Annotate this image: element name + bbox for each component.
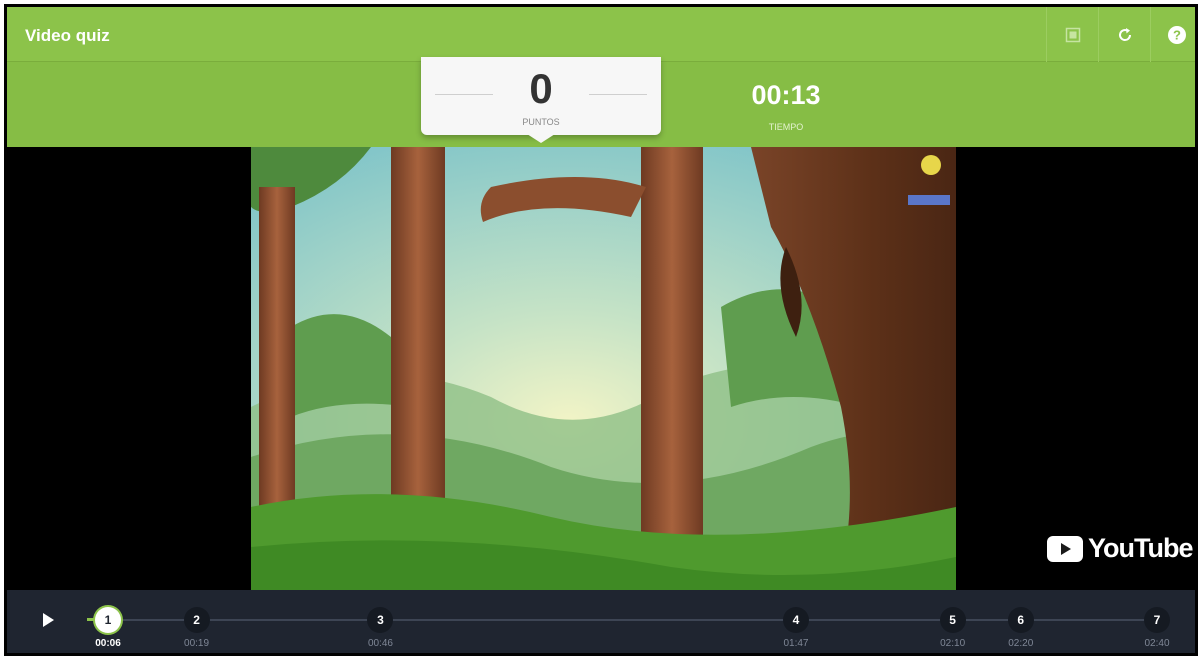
question-time-3: 00:46 [367, 638, 393, 649]
question-time-4: 01:47 [783, 638, 809, 649]
video-frame-forest-scene[interactable] [251, 147, 956, 590]
app-title: Video quiz [25, 26, 110, 45]
restart-button[interactable] [1098, 7, 1150, 62]
timer-label: TIEMPO [768, 122, 804, 132]
timer-value: 00:13 [751, 80, 821, 110]
help-button[interactable]: ? [1150, 7, 1195, 62]
question-marker-3[interactable]: 3 [367, 607, 394, 633]
question-time-7: 02:40 [1144, 638, 1170, 649]
score-label: PUNTOS [522, 117, 560, 127]
question-marker-6[interactable]: 6 [1007, 607, 1034, 633]
question-marker-1[interactable]: 1 [95, 607, 121, 633]
question-time-2: 00:19 [184, 638, 210, 649]
timeline-controls: 1 00:06 2 00:19 3 00:46 4 01:47 5 02:10 6 02:20 7 02:… [7, 590, 1195, 653]
play-button[interactable] [37, 609, 59, 631]
fullscreen-icon [1065, 27, 1080, 42]
question-marker-5[interactable]: 5 [939, 607, 966, 633]
question-time-5: 02:10 [940, 638, 966, 649]
score-value: 0 [529, 65, 553, 112]
video-player[interactable]: YouTube [7, 147, 1195, 590]
question-time-6: 02:20 [1008, 638, 1034, 649]
svg-text:?: ? [1173, 27, 1181, 42]
header-bar: Video quiz ? 0 PUNTOS 00:13 TIEMPO [7, 7, 1195, 147]
youtube-logo[interactable]: YouTube [1047, 533, 1193, 564]
score-panel: 0 PUNTOS [421, 57, 661, 143]
help-icon: ? [1167, 25, 1186, 44]
question-marker-2[interactable]: 2 [183, 607, 210, 633]
progress-track[interactable] [95, 619, 1165, 621]
youtube-wordmark: YouTube [1088, 533, 1193, 563]
fullscreen-button[interactable] [1046, 7, 1098, 62]
youtube-play-icon [1047, 535, 1083, 562]
question-marker-4[interactable]: 4 [782, 607, 809, 633]
question-marker-7[interactable]: 7 [1144, 607, 1170, 633]
title-row: Video quiz ? [7, 7, 1195, 62]
question-time-1: 00:06 [95, 638, 121, 649]
restart-icon [1118, 27, 1131, 41]
video-quiz-widget: Video quiz ? 0 PUNTOS 00:13 TIEMPO YouTu… [4, 4, 1198, 656]
play-icon [43, 613, 54, 627]
